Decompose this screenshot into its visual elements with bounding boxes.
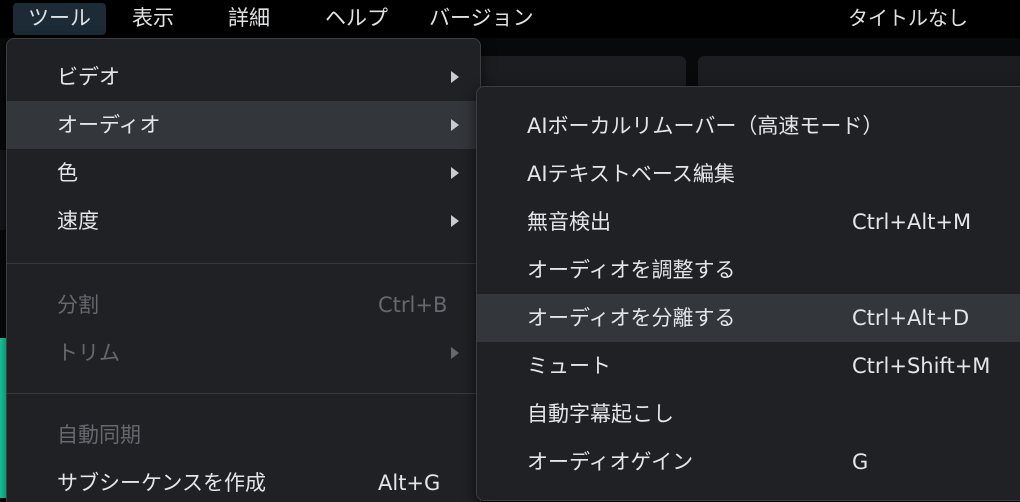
- menu-item-auto-sync: 自動同期: [7, 411, 480, 459]
- menu-item-auto-captions[interactable]: 自動字幕起こし: [477, 390, 1020, 438]
- menu-item-label: オーディオ: [57, 113, 161, 137]
- menu-item-color[interactable]: 色: [7, 149, 480, 197]
- audio-submenu: AIボーカルリムーバー（高速モード） AIテキストベース編集 無音検出 Ctrl…: [476, 86, 1020, 501]
- background-panel: [698, 56, 1020, 90]
- app-window: ツール 表示 詳細 ヘルプ バージョン タイトルなし ビデオ オーディオ 色 速…: [0, 0, 1020, 502]
- menu-item-label: オーディオゲイン: [527, 450, 694, 474]
- tools-menu: ビデオ オーディオ 色 速度 分割 Ctrl+B トリム 自動同期 サブシーケン…: [6, 38, 481, 502]
- menu-item-label: オーディオを分離する: [527, 306, 736, 330]
- menu-item-label: 分割: [57, 293, 99, 317]
- menu-item-label: AIボーカルリムーバー（高速モード）: [527, 114, 884, 138]
- background-panel: [470, 56, 686, 90]
- menu-item-mute[interactable]: ミュート Ctrl+Shift+M: [477, 342, 1020, 390]
- menu-item-label: オーディオを調整する: [527, 258, 736, 282]
- menu-item-label: 自動同期: [57, 423, 141, 447]
- chevron-right-icon: [451, 167, 459, 179]
- menu-item-silence-detection[interactable]: 無音検出 Ctrl+Alt+M: [477, 198, 1020, 246]
- menu-item-shortcut: Ctrl+Shift+M: [852, 354, 991, 378]
- menu-separator: [7, 263, 480, 264]
- menu-item-label: 自動字幕起こし: [527, 402, 674, 426]
- menu-item-ai-vocal-remover[interactable]: AIボーカルリムーバー（高速モード）: [477, 102, 1020, 150]
- chevron-right-icon: [451, 215, 459, 227]
- menu-item-shortcut: Ctrl+Alt+M: [852, 210, 972, 234]
- menu-item-speed[interactable]: 速度: [7, 197, 480, 245]
- menu-version[interactable]: バージョン: [414, 3, 549, 35]
- menu-item-shortcut: G: [852, 450, 869, 474]
- menu-item-audio[interactable]: オーディオ: [7, 101, 480, 149]
- menu-view[interactable]: 表示: [117, 3, 189, 35]
- menu-item-audio-gain[interactable]: オーディオゲイン G: [477, 438, 1020, 486]
- menu-bar: ツール 表示 詳細 ヘルプ バージョン タイトルなし: [0, 0, 1020, 38]
- menu-item-ai-text-based-editing[interactable]: AIテキストベース編集: [477, 150, 1020, 198]
- menu-item-label: ミュート: [527, 354, 611, 378]
- menu-item-label: ビデオ: [57, 65, 120, 89]
- menu-tools[interactable]: ツール: [13, 3, 106, 35]
- menu-item-label: AIテキストベース編集: [527, 162, 735, 186]
- menu-advanced[interactable]: 詳細: [213, 3, 285, 35]
- menu-item-adjust-audio[interactable]: オーディオを調整する: [477, 246, 1020, 294]
- menu-item-label: 速度: [57, 209, 99, 233]
- menu-item-split: 分割 Ctrl+B: [7, 281, 480, 329]
- chevron-right-icon: [451, 347, 459, 359]
- menu-item-create-subsequence[interactable]: サブシーケンスを作成 Alt+G: [7, 459, 480, 502]
- menu-separator: [7, 393, 480, 394]
- menu-item-shortcut: Alt+G: [378, 471, 441, 495]
- menu-item-label: 無音検出: [527, 210, 611, 234]
- menu-item-label: サブシーケンスを作成: [57, 471, 266, 495]
- menu-help[interactable]: ヘルプ: [310, 3, 403, 35]
- menu-item-label: トリム: [57, 341, 120, 365]
- chevron-right-icon: [451, 71, 459, 83]
- menu-item-shortcut: Ctrl+B: [378, 293, 448, 317]
- menu-item-trim: トリム: [7, 329, 480, 377]
- menu-item-video[interactable]: ビデオ: [7, 53, 480, 101]
- menu-item-label: 色: [57, 161, 78, 185]
- chevron-right-icon: [451, 119, 459, 131]
- window-title: タイトルなし: [848, 6, 968, 30]
- menu-item-shortcut: Ctrl+Alt+D: [852, 306, 970, 330]
- menu-item-detach-audio[interactable]: オーディオを分離する Ctrl+Alt+D: [477, 294, 1020, 342]
